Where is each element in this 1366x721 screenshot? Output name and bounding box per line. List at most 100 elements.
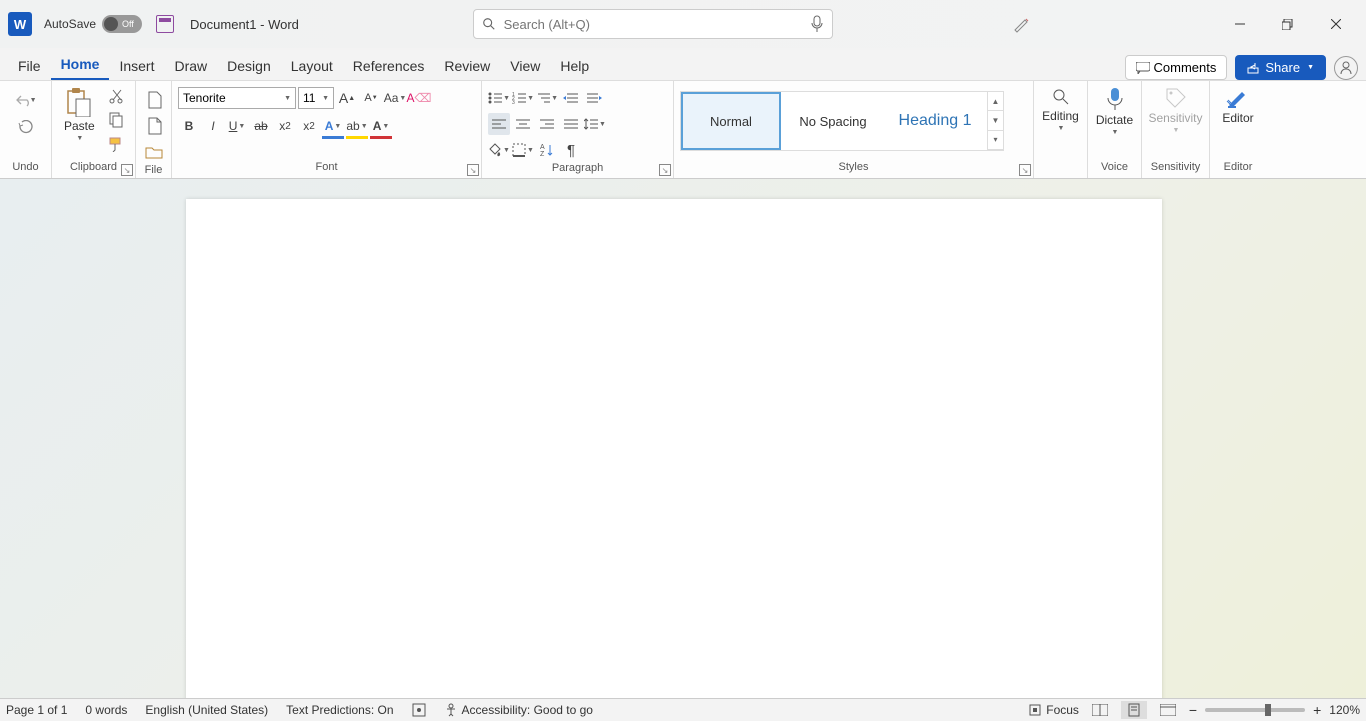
change-case-button[interactable]: Aa▼ xyxy=(384,87,406,109)
blank-doc-icon[interactable] xyxy=(143,115,165,137)
subscript-button[interactable]: x2 xyxy=(274,115,296,137)
ribbon-tabs: File Home Insert Draw Design Layout Refe… xyxy=(0,48,1366,80)
redo-button[interactable] xyxy=(15,117,37,139)
tab-draw[interactable]: Draw xyxy=(164,52,217,80)
status-words[interactable]: 0 words xyxy=(85,703,127,717)
dictate-button[interactable]: Dictate ▼ xyxy=(1090,85,1139,138)
increase-indent-button[interactable] xyxy=(584,87,606,109)
shading-button[interactable]: ▼ xyxy=(488,139,510,161)
close-button[interactable] xyxy=(1314,9,1358,39)
status-language[interactable]: English (United States) xyxy=(145,703,268,717)
cut-button[interactable] xyxy=(105,85,127,107)
zoom-level[interactable]: 120% xyxy=(1329,703,1360,717)
focus-button[interactable]: Focus xyxy=(1028,703,1079,717)
grow-font-button[interactable]: A▲ xyxy=(336,87,358,109)
web-layout-button[interactable] xyxy=(1155,701,1181,719)
copy-button[interactable] xyxy=(105,109,127,131)
tab-file[interactable]: File xyxy=(8,52,51,80)
search-input[interactable] xyxy=(504,17,802,32)
undo-button[interactable]: ▼ xyxy=(15,89,37,111)
zoom-out-button[interactable]: − xyxy=(1189,702,1197,718)
zoom-thumb[interactable] xyxy=(1265,704,1271,716)
superscript-button[interactable]: x2 xyxy=(298,115,320,137)
editing-button[interactable]: Editing ▼ xyxy=(1036,85,1085,134)
sort-button[interactable]: AZ xyxy=(536,139,558,161)
style-heading1[interactable]: Heading 1 xyxy=(885,92,985,150)
tab-layout[interactable]: Layout xyxy=(281,52,343,80)
font-name-combo[interactable]: Tenorite▼ xyxy=(178,87,296,109)
clipboard-launcher[interactable]: ↘ xyxy=(121,164,133,176)
tab-help[interactable]: Help xyxy=(550,52,599,80)
numbering-button[interactable]: 123▼ xyxy=(512,87,534,109)
sensitivity-button[interactable]: Sensitivity ▼ xyxy=(1142,85,1208,136)
chevron-down-icon: ▼ xyxy=(1307,64,1314,71)
align-right-button[interactable] xyxy=(536,113,558,135)
tab-references[interactable]: References xyxy=(343,52,435,80)
format-painter-button[interactable] xyxy=(105,133,127,155)
minimize-button[interactable] xyxy=(1218,9,1262,39)
tab-view[interactable]: View xyxy=(500,52,550,80)
group-label-editing xyxy=(1040,160,1081,176)
search-box[interactable] xyxy=(473,9,833,39)
tab-design[interactable]: Design xyxy=(217,52,281,80)
bullets-button[interactable]: ▼ xyxy=(488,87,510,109)
styles-gallery: Normal No Spacing Heading 1 ▲ ▼ ▾ xyxy=(680,91,1004,151)
align-center-button[interactable] xyxy=(512,113,534,135)
chevron-down-icon: ▼ xyxy=(382,123,389,130)
page[interactable] xyxy=(186,199,1162,698)
clear-formatting-button[interactable]: A⌫ xyxy=(408,87,430,109)
styles-launcher[interactable]: ↘ xyxy=(1019,164,1031,176)
toggle-switch[interactable]: Off xyxy=(102,15,142,33)
status-page[interactable]: Page 1 of 1 xyxy=(6,703,67,717)
share-button[interactable]: Share ▼ xyxy=(1235,55,1326,80)
ink-replay-icon[interactable] xyxy=(1006,9,1036,39)
italic-button[interactable]: I xyxy=(202,115,224,137)
group-label-paragraph: Paragraph xyxy=(488,161,667,176)
line-spacing-button[interactable]: ▼ xyxy=(584,113,606,135)
tab-home[interactable]: Home xyxy=(51,50,110,80)
new-doc-icon[interactable] xyxy=(143,89,165,111)
strikethrough-button[interactable]: ab xyxy=(250,115,272,137)
text-effects-button[interactable]: A▼ xyxy=(322,115,344,137)
style-normal[interactable]: Normal xyxy=(681,92,781,150)
zoom-slider[interactable] xyxy=(1205,708,1305,712)
paragraph-launcher[interactable]: ↘ xyxy=(659,164,671,176)
gallery-more-button[interactable]: ▾ xyxy=(988,131,1003,150)
mic-icon[interactable] xyxy=(810,15,824,33)
autosave-toggle[interactable]: AutoSave Off xyxy=(44,15,142,33)
style-no-spacing[interactable]: No Spacing xyxy=(783,92,883,150)
gallery-up-button[interactable]: ▲ xyxy=(988,92,1003,111)
font-color-button[interactable]: A▼ xyxy=(370,115,392,137)
justify-button[interactable] xyxy=(560,113,582,135)
bold-button[interactable]: B xyxy=(178,115,200,137)
status-accessibility[interactable]: Accessibility: Good to go xyxy=(444,703,593,717)
align-left-button[interactable] xyxy=(488,113,510,135)
decrease-indent-button[interactable] xyxy=(560,87,582,109)
borders-button[interactable]: ▼ xyxy=(512,139,534,161)
zoom-in-button[interactable]: + xyxy=(1313,702,1321,718)
read-mode-button[interactable] xyxy=(1087,701,1113,719)
gallery-down-button[interactable]: ▼ xyxy=(988,111,1003,130)
account-button[interactable] xyxy=(1334,56,1358,80)
underline-button[interactable]: U▼ xyxy=(226,115,248,137)
document-area[interactable] xyxy=(0,179,1366,698)
show-marks-button[interactable]: ¶ xyxy=(560,139,582,161)
group-styles: Normal No Spacing Heading 1 ▲ ▼ ▾ Styles… xyxy=(674,81,1034,178)
highlight-button[interactable]: ab▼ xyxy=(346,115,368,137)
tab-review[interactable]: Review xyxy=(434,52,500,80)
status-predictions[interactable]: Text Predictions: On xyxy=(286,703,393,717)
font-size-combo[interactable]: 11▼ xyxy=(298,87,334,109)
save-icon[interactable] xyxy=(156,15,174,33)
title-bar: W AutoSave Off Document1 - Word xyxy=(0,0,1366,48)
tab-insert[interactable]: Insert xyxy=(109,52,164,80)
paste-button[interactable]: Paste ▼ xyxy=(58,85,101,144)
font-launcher[interactable]: ↘ xyxy=(467,164,479,176)
status-macro-icon[interactable] xyxy=(412,703,426,717)
comments-button[interactable]: Comments xyxy=(1125,55,1228,80)
multilevel-list-button[interactable]: ▼ xyxy=(536,87,558,109)
shrink-font-button[interactable]: A▼ xyxy=(360,87,382,109)
print-layout-button[interactable] xyxy=(1121,701,1147,719)
editor-button[interactable]: Editor xyxy=(1216,85,1259,127)
restore-button[interactable] xyxy=(1266,9,1310,39)
open-doc-icon[interactable] xyxy=(143,141,165,163)
